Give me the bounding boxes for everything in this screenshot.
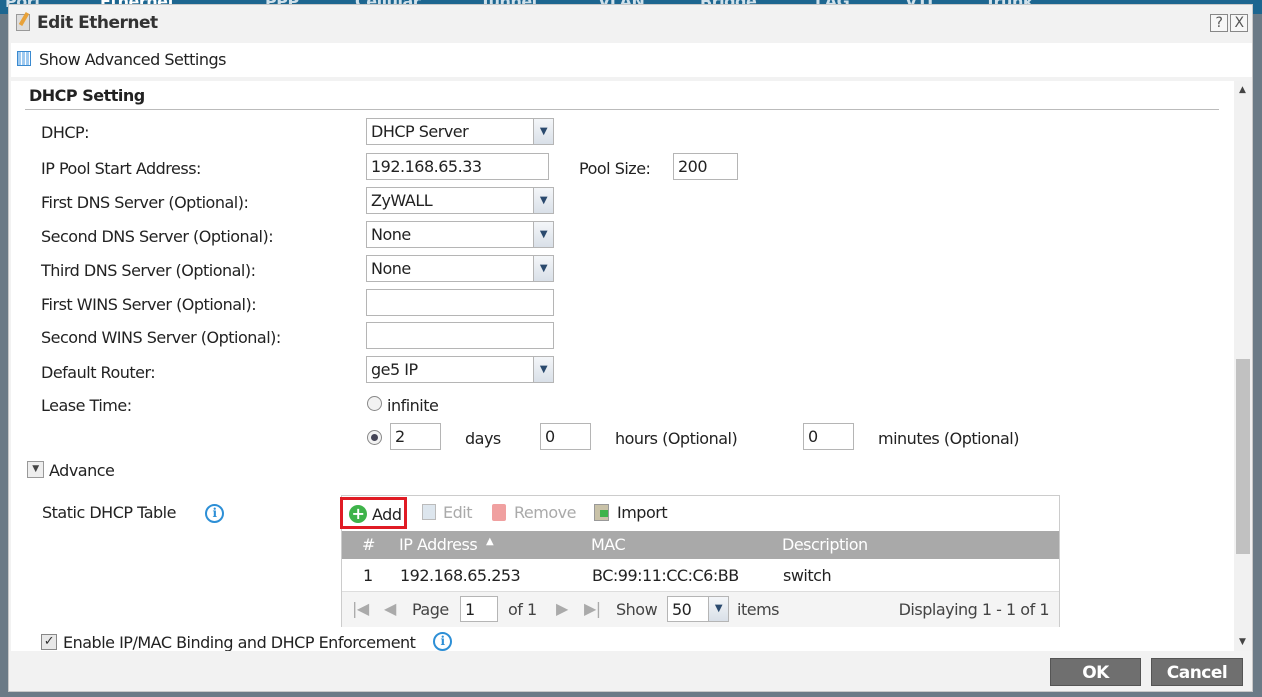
chevron-down-icon: ▼ bbox=[533, 357, 553, 382]
add-label: Add bbox=[372, 505, 402, 524]
chevron-down-icon: ▼ bbox=[533, 188, 553, 213]
column-header-mac[interactable]: MAC bbox=[591, 535, 626, 554]
scrollbar[interactable]: ▲ ▼ bbox=[1234, 81, 1252, 651]
last-page-icon[interactable]: ▶| bbox=[584, 599, 601, 618]
chevron-down-icon: ▼ bbox=[533, 222, 553, 247]
sort-ascending-icon: ▲ bbox=[486, 536, 494, 547]
page-size-value: 50 bbox=[672, 600, 692, 619]
days-radio[interactable] bbox=[367, 430, 382, 445]
plus-circle-icon: + bbox=[349, 505, 367, 523]
pool-size-input[interactable]: 200 bbox=[673, 153, 738, 180]
help-button[interactable]: ? bbox=[1210, 14, 1228, 32]
static-dhcp-grid: + Add Edit Remove Import # IP Address ▲ … bbox=[340, 495, 1060, 627]
binding-label: Enable IP/MAC Binding and DHCP Enforceme… bbox=[63, 633, 416, 651]
info-icon[interactable]: i bbox=[205, 504, 224, 523]
column-header-num[interactable]: # bbox=[362, 535, 375, 554]
items-label: items bbox=[737, 600, 779, 619]
wins2-label: Second WINS Server (Optional): bbox=[41, 328, 281, 347]
row-num: 1 bbox=[363, 566, 373, 585]
dns3-label: Third DNS Server (Optional): bbox=[41, 261, 256, 280]
ok-button[interactable]: OK bbox=[1050, 658, 1141, 686]
infinite-radio[interactable] bbox=[367, 396, 382, 411]
import-icon bbox=[594, 504, 609, 521]
infinite-label: infinite bbox=[387, 396, 439, 415]
page-input[interactable]: 1 bbox=[460, 596, 498, 622]
content-area: DHCP Setting DHCP: DHCP Server ▼ IP Pool … bbox=[11, 81, 1252, 651]
title-bar: Edit Ethernet ? X bbox=[9, 5, 1252, 41]
divider bbox=[25, 109, 1219, 110]
router-value: ge5 IP bbox=[371, 360, 418, 379]
days-input[interactable]: 2 bbox=[390, 423, 441, 450]
dns3-value: None bbox=[371, 259, 411, 278]
show-label: Show bbox=[616, 600, 658, 619]
scroll-up-icon[interactable]: ▲ bbox=[1239, 85, 1246, 95]
wins2-input[interactable] bbox=[366, 322, 554, 349]
dns2-label: Second DNS Server (Optional): bbox=[41, 227, 274, 246]
dns1-select[interactable]: ZyWALL ▼ bbox=[366, 187, 554, 214]
wins1-input[interactable] bbox=[366, 289, 554, 316]
hours-label: hours (Optional) bbox=[615, 429, 738, 448]
column-header-description[interactable]: Description bbox=[782, 535, 868, 554]
page-label: Page bbox=[412, 600, 449, 619]
advance-toggle[interactable]: Advance bbox=[49, 461, 115, 480]
import-button[interactable]: Import bbox=[617, 503, 668, 522]
remove-button[interactable]: Remove bbox=[514, 503, 576, 522]
first-page-icon[interactable]: |◀ bbox=[352, 599, 369, 618]
advanced-settings-bar: Show Advanced Settings bbox=[11, 43, 1252, 77]
minutes-label: minutes (Optional) bbox=[878, 429, 1019, 448]
scrollbar-thumb[interactable] bbox=[1236, 359, 1250, 554]
prev-page-icon[interactable]: ◀ bbox=[384, 599, 396, 618]
dns2-select[interactable]: None ▼ bbox=[366, 221, 554, 248]
row-description: switch bbox=[783, 566, 832, 585]
router-select[interactable]: ge5 IP ▼ bbox=[366, 356, 554, 383]
dns1-label: First DNS Server (Optional): bbox=[41, 193, 249, 212]
minutes-input[interactable]: 0 bbox=[803, 423, 854, 450]
section-title: DHCP Setting bbox=[29, 86, 145, 105]
close-button[interactable]: X bbox=[1230, 14, 1248, 32]
add-button[interactable]: + Add bbox=[340, 497, 407, 529]
hours-input[interactable]: 0 bbox=[540, 423, 591, 450]
edit-button[interactable]: Edit bbox=[443, 503, 472, 522]
info-icon[interactable]: i bbox=[433, 632, 452, 651]
collapse-triangle-icon[interactable]: ▼ bbox=[27, 461, 44, 478]
pool-start-label: IP Pool Start Address: bbox=[41, 159, 201, 178]
page-count: of 1 bbox=[508, 600, 537, 619]
displaying-text: Displaying 1 - 1 of 1 bbox=[898, 600, 1050, 619]
edit-icon bbox=[16, 11, 30, 31]
chevron-down-icon: ▼ bbox=[533, 119, 553, 144]
column-header-ip[interactable]: IP Address bbox=[399, 535, 478, 554]
pool-start-input[interactable]: 192.168.65.33 bbox=[366, 153, 549, 180]
dns1-value: ZyWALL bbox=[371, 191, 433, 210]
pager: |◀ ◀ Page 1 of 1 ▶ ▶| Show 50 ▼ items Dis… bbox=[342, 591, 1059, 627]
table-icon bbox=[17, 51, 31, 66]
dns2-value: None bbox=[371, 225, 411, 244]
lease-label: Lease Time: bbox=[41, 396, 132, 415]
scroll-down-icon[interactable]: ▼ bbox=[1239, 637, 1246, 647]
days-label: days bbox=[465, 429, 501, 448]
chevron-down-icon: ▼ bbox=[533, 256, 553, 281]
dns3-select[interactable]: None ▼ bbox=[366, 255, 554, 282]
router-label: Default Router: bbox=[41, 363, 156, 382]
page-size-select[interactable]: 50 ▼ bbox=[667, 596, 729, 622]
chevron-down-icon: ▼ bbox=[708, 597, 728, 621]
dialog-title: Edit Ethernet bbox=[37, 13, 158, 33]
dhcp-value: DHCP Server bbox=[371, 122, 469, 141]
static-dhcp-table-label: Static DHCP Table bbox=[42, 503, 176, 522]
dhcp-select[interactable]: DHCP Server ▼ bbox=[366, 118, 554, 145]
table-header: # IP Address ▲ MAC Description bbox=[342, 531, 1059, 559]
binding-checkbox[interactable]: ✓ bbox=[41, 634, 57, 650]
next-page-icon[interactable]: ▶ bbox=[556, 599, 568, 618]
row-ip: 192.168.65.253 bbox=[400, 566, 521, 585]
edit-icon bbox=[422, 504, 436, 520]
table-row[interactable]: 1 192.168.65.253 BC:99:11:CC:C6:BB switc… bbox=[342, 559, 1059, 591]
trash-icon bbox=[492, 504, 506, 521]
pool-size-label: Pool Size: bbox=[579, 159, 651, 178]
edit-ethernet-dialog: Edit Ethernet ? X Show Advanced Settings… bbox=[8, 4, 1253, 692]
dhcp-label: DHCP: bbox=[41, 123, 90, 142]
show-advanced-settings-link[interactable]: Show Advanced Settings bbox=[39, 50, 227, 69]
row-mac: BC:99:11:CC:C6:BB bbox=[592, 566, 739, 585]
cancel-button[interactable]: Cancel bbox=[1151, 658, 1243, 686]
wins1-label: First WINS Server (Optional): bbox=[41, 295, 257, 314]
